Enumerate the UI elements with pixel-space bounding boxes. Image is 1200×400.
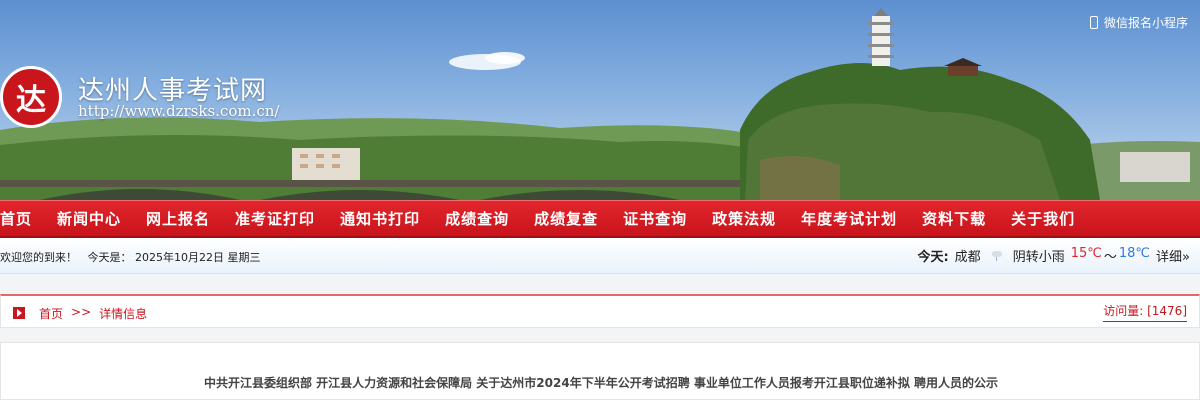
nav-item-annual-plan[interactable]: 年度考试计划 bbox=[788, 208, 909, 229]
welcome-line: 欢迎您的到来！ 今天是： 2025年10月22日 星期三 bbox=[0, 249, 261, 265]
breadcrumb-panel: 首页 >> 详情信息 访问量: [1476] bbox=[0, 294, 1200, 328]
site-logo[interactable]: 达 bbox=[0, 66, 62, 128]
phone-icon bbox=[1089, 16, 1098, 29]
nav-item-certificate-query[interactable]: 证书查询 bbox=[610, 208, 699, 229]
temp-separator: ～ bbox=[1103, 250, 1117, 265]
weather-detail-link[interactable]: 详细» bbox=[1156, 246, 1190, 265]
weather-widget: 今天: 成都 阴转小雨 15℃ ～ 18℃ 详细» bbox=[917, 246, 1190, 265]
breadcrumb: 首页 >> 详情信息 bbox=[39, 305, 147, 322]
nav-item-policies[interactable]: 政策法规 bbox=[699, 208, 788, 229]
weather-city: 成都 bbox=[954, 250, 981, 265]
play-arrow-icon bbox=[13, 307, 25, 319]
nav-item-online-registration[interactable]: 网上报名 bbox=[133, 208, 222, 229]
current-date: 2025年10月22日 星期三 bbox=[135, 251, 261, 264]
wechat-miniprogram-link[interactable]: 微信报名小程序 bbox=[1089, 14, 1188, 31]
light-rain-icon bbox=[991, 250, 1003, 262]
nav-item-news[interactable]: 新闻中心 bbox=[44, 208, 133, 229]
header-banner: 达 达州人事考试网 http://www.dzrsks.com.cn/ 微信报名… bbox=[0, 0, 1200, 200]
visit-counter: 访问量: [1476] bbox=[1103, 302, 1187, 322]
miniprogram-label: 微信报名小程序 bbox=[1103, 16, 1188, 30]
weather-label: 今天: bbox=[917, 250, 949, 265]
article-title: 中共开江县委组织部 开江县人力资源和社会保障局 关于达州市2024年下半年公开考… bbox=[203, 376, 999, 390]
temp-low: 18℃ bbox=[1118, 246, 1151, 261]
logo-mark: 达 bbox=[16, 83, 46, 118]
article-panel: 中共开江县委组织部 开江县人力资源和社会保障局 关于达州市2024年下半年公开考… bbox=[0, 342, 1200, 400]
main-nav: 首页 新闻中心 网上报名 准考证打印 通知书打印 成绩查询 成绩复查 证书查询 … bbox=[0, 200, 1200, 238]
site-url: http://www.dzrsks.com.cn/ bbox=[78, 102, 280, 120]
today-prefix: 今天是： bbox=[87, 251, 132, 264]
info-bar: 欢迎您的到来！ 今天是： 2025年10月22日 星期三 今天: 成都 阴转小雨… bbox=[0, 238, 1200, 274]
visits-label: 访问量: bbox=[1103, 304, 1144, 318]
nav-item-admission-ticket[interactable]: 准考证打印 bbox=[222, 208, 327, 229]
temp-high: 15℃ bbox=[1070, 246, 1102, 261]
nav-item-home[interactable]: 首页 bbox=[0, 208, 44, 229]
breadcrumb-separator: >> bbox=[71, 305, 92, 319]
breadcrumb-current: 详情信息 bbox=[99, 307, 148, 321]
nav-item-about[interactable]: 关于我们 bbox=[998, 208, 1087, 229]
breadcrumb-home[interactable]: 首页 bbox=[39, 305, 63, 322]
nav-item-score-query[interactable]: 成绩查询 bbox=[432, 208, 521, 229]
nav-item-notice-print[interactable]: 通知书打印 bbox=[327, 208, 432, 229]
nav-item-score-review[interactable]: 成绩复查 bbox=[521, 208, 610, 229]
weather-condition: 阴转小雨 bbox=[1012, 250, 1065, 265]
nav-item-downloads[interactable]: 资料下载 bbox=[909, 208, 998, 229]
visits-count: [1476] bbox=[1147, 304, 1187, 318]
welcome-text: 欢迎您的到来！ bbox=[0, 251, 77, 264]
